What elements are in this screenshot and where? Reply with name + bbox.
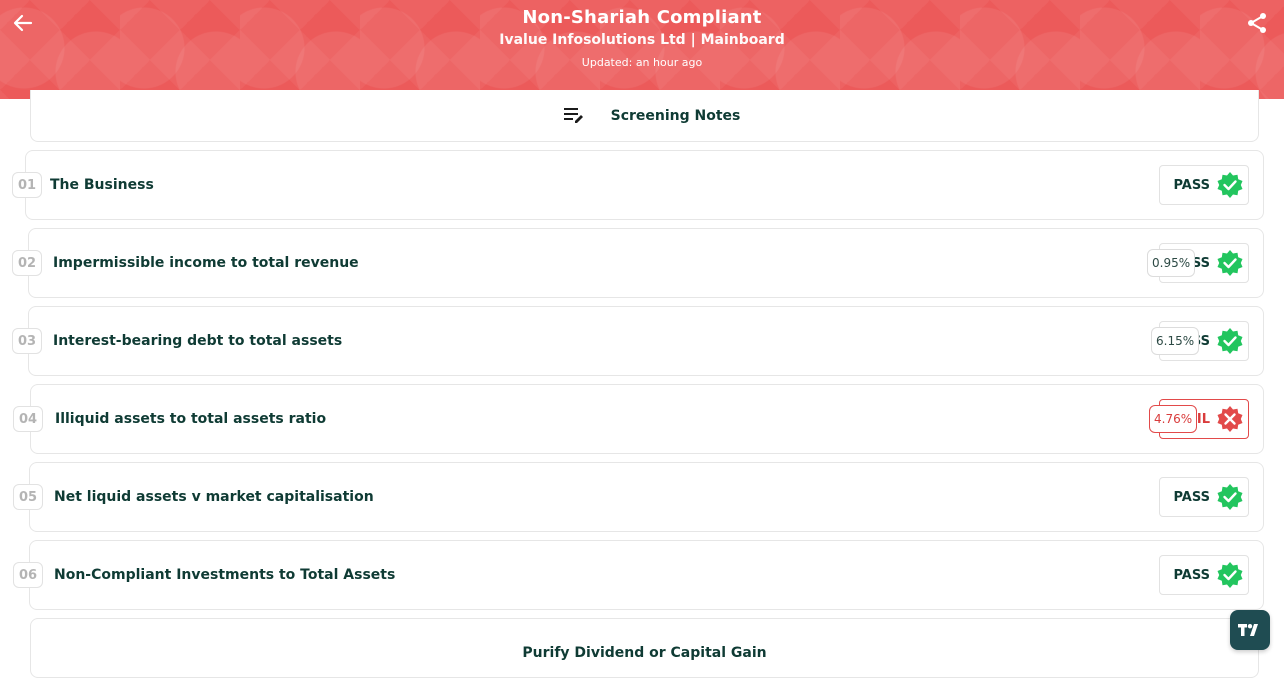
row-number: 02: [12, 250, 42, 276]
share-icon: [1248, 13, 1266, 33]
company-subtitle: Ivalue Infosolutions Ltd | Mainboard: [499, 32, 785, 48]
ratio-value-badge: 6.15%: [1151, 327, 1200, 355]
row-label: Impermissible income to total revenue: [53, 255, 359, 271]
status-text: PASS: [1173, 177, 1210, 193]
screening-notes-button[interactable]: Screening Notes: [30, 90, 1259, 142]
row-label: Non-Compliant Investments to Total Asset…: [54, 567, 396, 583]
tradingview-logo-icon: [1238, 624, 1258, 636]
status-pass-badge: PASS: [1159, 555, 1249, 595]
app-header: Non-Shariah Compliant Ivalue Infosolutio…: [0, 0, 1284, 99]
row-label: Interest-bearing debt to total assets: [53, 333, 343, 349]
share-button[interactable]: [1242, 8, 1272, 38]
purify-label: Purify Dividend or Capital Gain: [522, 645, 767, 661]
row-number: 05: [13, 484, 43, 510]
row-label: The Business: [50, 177, 154, 193]
ratio-value-badge: 0.95%: [1147, 249, 1196, 277]
screening-notes-label: Screening Notes: [610, 107, 741, 124]
purify-dividend-button[interactable]: Purify Dividend or Capital Gain: [30, 618, 1259, 678]
tradingview-badge[interactable]: [1230, 610, 1270, 650]
verified-check-icon: [1217, 484, 1243, 510]
status-pass-badge: PASS: [1159, 165, 1249, 205]
page-title: Non-Shariah Compliant: [522, 7, 762, 28]
fail-x-badge-icon: [1217, 406, 1243, 432]
row-number: 06: [13, 562, 43, 588]
row-number: 04: [13, 406, 43, 432]
row-number: 01: [12, 172, 42, 198]
row-number: 03: [12, 328, 42, 354]
status-pass-badge: PASS: [1159, 477, 1249, 517]
screen-row-business[interactable]: PASS: [25, 150, 1264, 220]
updated-timestamp: Updated: an hour ago: [581, 56, 703, 69]
verified-check-icon: [1217, 250, 1243, 276]
status-text: PASS: [1173, 489, 1210, 505]
ratio-value-badge: 4.76%: [1149, 405, 1198, 433]
verified-check-icon: [1217, 172, 1243, 198]
row-label: Illiquid assets to total assets ratio: [55, 411, 327, 427]
status-text: PASS: [1173, 567, 1210, 583]
notes-edit-icon: [563, 107, 583, 123]
verified-check-icon: [1217, 562, 1243, 588]
verified-check-icon: [1217, 328, 1243, 354]
row-label: Net liquid assets v market capitalisatio…: [54, 489, 374, 505]
